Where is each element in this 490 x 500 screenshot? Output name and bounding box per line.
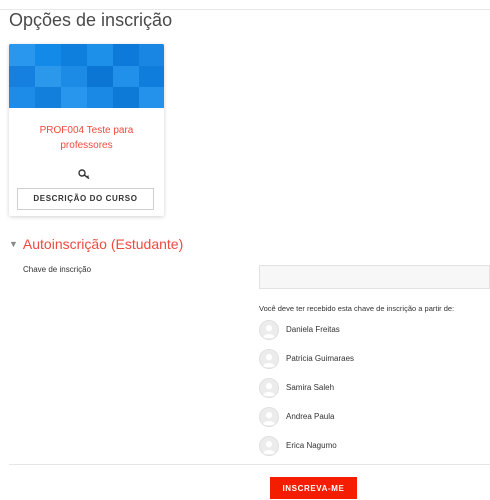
enrolment-key-note: Você deve ter recebido esta chave de ins…: [259, 304, 455, 313]
chevron-down-icon[interactable]: ▼: [9, 239, 18, 249]
course-card: PROF004 Teste para professores DESCRIÇÃO…: [9, 44, 164, 216]
course-description-button[interactable]: DESCRIÇÃO DO CURSO: [17, 188, 154, 210]
teacher-name[interactable]: Patricia Guimaraes: [286, 354, 354, 363]
self-enrolment-header[interactable]: ▼ Autoinscrição (Estudante): [9, 236, 183, 252]
enrol-me-button[interactable]: INSCREVA-ME: [270, 477, 357, 499]
user-avatar-icon[interactable]: [259, 320, 279, 340]
user-avatar-icon[interactable]: [259, 349, 279, 369]
user-avatar-icon[interactable]: [259, 378, 279, 398]
course-image[interactable]: [9, 44, 164, 108]
page-title: Opções de inscrição: [9, 10, 173, 30]
course-name-link[interactable]: PROF004 Teste para professores: [15, 123, 158, 153]
user-avatar-icon[interactable]: [259, 436, 279, 456]
form-divider: [9, 464, 490, 465]
self-enrolment-title: Autoinscrição (Estudante): [22, 236, 184, 252]
enrolment-key-input[interactable]: [259, 265, 490, 289]
teacher-name[interactable]: Andrea Paula: [286, 412, 334, 421]
teacher-name[interactable]: Samira Saleh: [286, 383, 334, 392]
enrolment-key-label: Chave de inscrição: [23, 265, 92, 274]
user-avatar-icon[interactable]: [259, 407, 279, 427]
teacher-name[interactable]: Daniela Freitas: [286, 325, 340, 334]
key-icon: [78, 169, 90, 180]
teacher-name[interactable]: Erica Nagumo: [286, 441, 337, 450]
